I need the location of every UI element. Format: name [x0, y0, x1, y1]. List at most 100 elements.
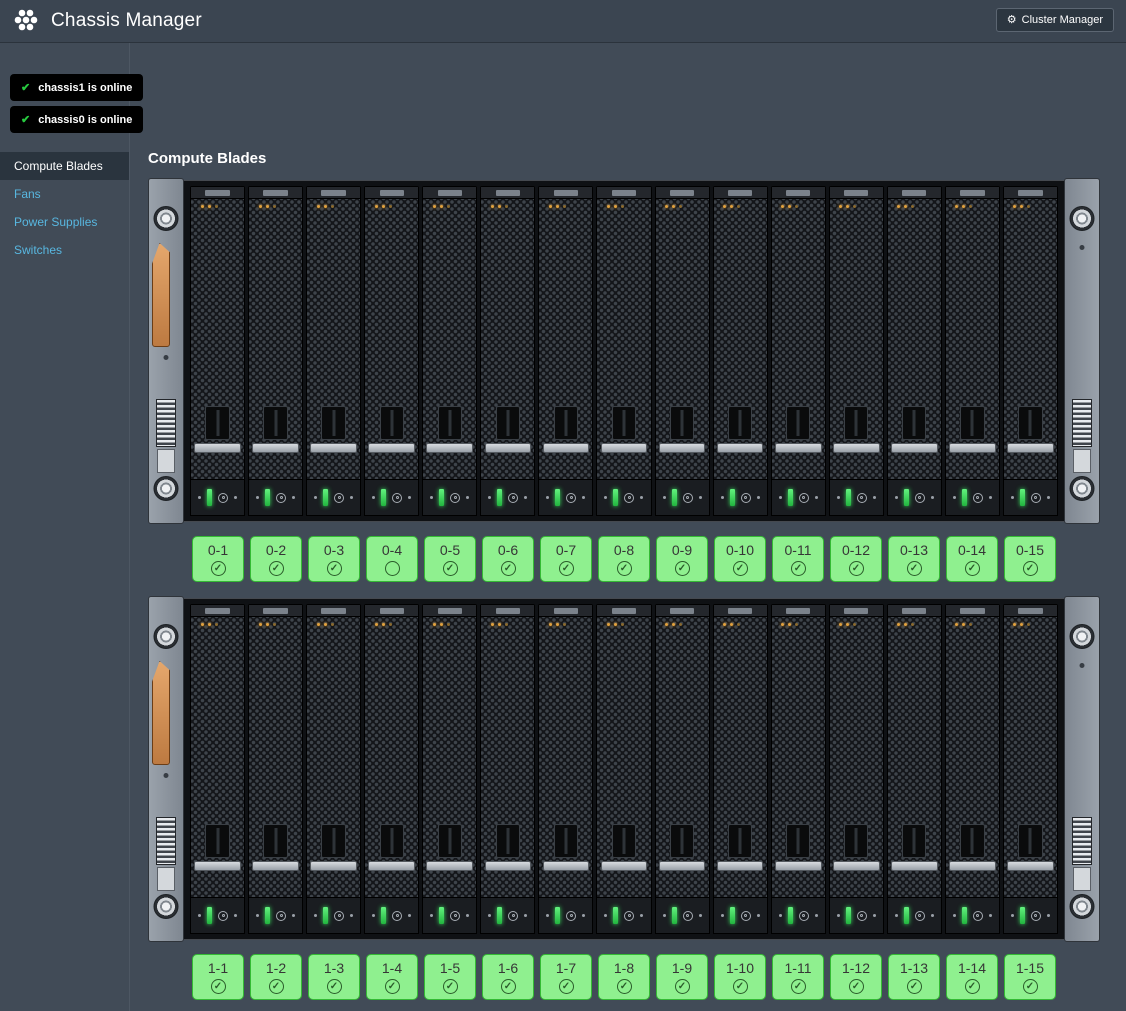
blade-button-0-9[interactable]: 0-9 ✓ [656, 536, 708, 582]
blade-mesh [307, 871, 360, 897]
blade-button-1-8[interactable]: 1-8 ✓ [598, 954, 650, 1000]
blade-button-0-5[interactable]: 0-5 ✓ [424, 536, 476, 582]
blade-top-latch [830, 187, 883, 199]
amber-led-icon [382, 623, 385, 626]
blade-top-latch [772, 187, 825, 199]
blade-button-0-3[interactable]: 0-3 ✓ [308, 536, 360, 582]
sidebar-item-switches[interactable]: Switches [0, 236, 129, 264]
connector-dot-icon [430, 496, 433, 499]
blade-button-1-6[interactable]: 1-6 ✓ [482, 954, 534, 1000]
chassis-chassis0: 0-1 ✓ 0-2 ✓ 0-3 ✓ 0-4 0-5 ✓ 0-6 ✓ 0-7 ✓ … [148, 178, 1100, 582]
blade-status-leds [481, 617, 534, 631]
blade-button-label: 1-15 [1016, 960, 1044, 976]
blade-slot [190, 604, 245, 934]
blade-button-1-14[interactable]: 1-14 ✓ [946, 954, 998, 1000]
blade-button-0-15[interactable]: 0-15 ✓ [1004, 536, 1056, 582]
blade-connector-panel [830, 897, 883, 933]
green-led-icon [439, 489, 444, 506]
blade-mesh [597, 453, 650, 479]
blade-handle-bar [949, 443, 996, 453]
blade-button-0-7[interactable]: 0-7 ✓ [540, 536, 592, 582]
cluster-manager-button[interactable]: ⚙ Cluster Manager [996, 8, 1114, 32]
blade-button-0-12[interactable]: 0-12 ✓ [830, 536, 882, 582]
blade-button-1-11[interactable]: 1-11 ✓ [772, 954, 824, 1000]
status-ok-icon: ✓ [791, 979, 806, 994]
blade-button-0-2[interactable]: 0-2 ✓ [250, 536, 302, 582]
blade-button-0-11[interactable]: 0-11 ✓ [772, 536, 824, 582]
blade-button-1-10[interactable]: 1-10 ✓ [714, 954, 766, 1000]
blade-button-1-13[interactable]: 1-13 ✓ [888, 954, 940, 1000]
blade-button-0-10[interactable]: 0-10 ✓ [714, 536, 766, 582]
blade-connector-panel [597, 479, 650, 515]
blade-button-0-8[interactable]: 0-8 ✓ [598, 536, 650, 582]
blade-button-1-1[interactable]: 1-1 ✓ [192, 954, 244, 1000]
blade-button-1-4[interactable]: 1-4 ✓ [366, 954, 418, 1000]
blade-button-label: 1-1 [208, 960, 228, 976]
amber-led-icon [621, 205, 624, 208]
blade-bay [190, 604, 1058, 934]
release-lever [152, 661, 170, 765]
amber-led-icon [447, 623, 450, 626]
green-led-icon [730, 907, 735, 924]
status-ok-icon: ✓ [501, 561, 516, 576]
blade-mesh [946, 453, 999, 479]
amber-led-icon [389, 205, 392, 208]
mounting-ear-right [1064, 596, 1100, 942]
blade-connector-panel [365, 479, 418, 515]
blade-button-1-15[interactable]: 1-15 ✓ [1004, 954, 1056, 1000]
blade-status-leds [888, 617, 941, 631]
blade-mesh [249, 453, 302, 479]
blade-button-1-2[interactable]: 1-2 ✓ [250, 954, 302, 1000]
amber-led-icon [208, 623, 211, 626]
blade-button-0-1[interactable]: 0-1 ✓ [192, 536, 244, 582]
blade-handle-bar [426, 443, 473, 453]
blade-handle-bar [659, 861, 706, 871]
amber-led-icon [737, 205, 740, 208]
blade-status-leds [307, 199, 360, 213]
blade-button-1-3[interactable]: 1-3 ✓ [308, 954, 360, 1000]
amber-led-icon [839, 205, 842, 208]
green-led-icon [788, 907, 793, 924]
blade-latch [888, 394, 941, 440]
blade-latch [946, 394, 999, 440]
amber-led-icon [505, 205, 508, 208]
status-ok-icon: ✓ [965, 979, 980, 994]
blade-mesh [888, 453, 941, 479]
blade-latch [946, 812, 999, 858]
green-led-icon [1020, 489, 1025, 506]
sidebar-item-power-supplies[interactable]: Power Supplies [0, 208, 129, 236]
amber-led-icon [440, 623, 443, 626]
blade-mesh [946, 631, 999, 812]
blade-button-label: 1-11 [785, 960, 812, 976]
connector-ring-icon [799, 493, 809, 503]
status-ok-icon: ✓ [907, 979, 922, 994]
amber-led-icon [723, 623, 726, 626]
blade-slot [538, 604, 593, 934]
screw-icon [154, 894, 179, 919]
blade-top-latch [249, 605, 302, 617]
blade-button-0-6[interactable]: 0-6 ✓ [482, 536, 534, 582]
connector-dot-icon [604, 914, 607, 917]
blade-button-1-12[interactable]: 1-12 ✓ [830, 954, 882, 1000]
status-ok-icon: ✓ [211, 979, 226, 994]
sidebar-item-compute-blades[interactable]: Compute Blades [0, 152, 129, 180]
connector-ring-icon [334, 911, 344, 921]
blade-mesh [830, 631, 883, 812]
status-toast-text: chassis0 is online [38, 114, 132, 126]
green-led-icon [381, 907, 386, 924]
connector-dot-icon [546, 496, 549, 499]
blade-button-1-7[interactable]: 1-7 ✓ [540, 954, 592, 1000]
blade-latch [249, 812, 302, 858]
sidebar-item-fans[interactable]: Fans [0, 180, 129, 208]
blade-connector-panel [597, 897, 650, 933]
blade-button-0-4[interactable]: 0-4 [366, 536, 418, 582]
blade-mesh [539, 871, 592, 897]
blade-button-1-9[interactable]: 1-9 ✓ [656, 954, 708, 1000]
connector-dot-icon [873, 496, 876, 499]
blade-button-1-5[interactable]: 1-5 ✓ [424, 954, 476, 1000]
blade-slot [771, 186, 826, 516]
blade-button-0-14[interactable]: 0-14 ✓ [946, 536, 998, 582]
blade-button-0-13[interactable]: 0-13 ✓ [888, 536, 940, 582]
blade-slot [480, 186, 535, 516]
connector-ring-icon [741, 493, 751, 503]
